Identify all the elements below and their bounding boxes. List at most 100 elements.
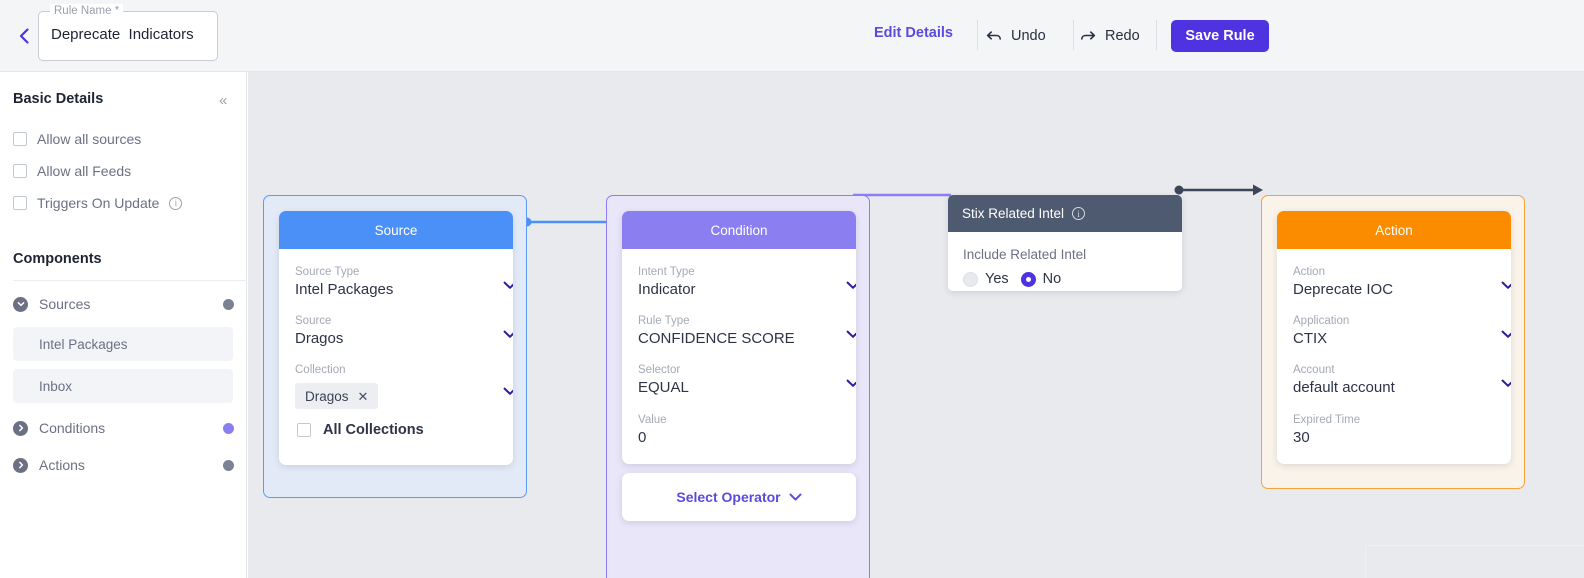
component-group-conditions[interactable]: Conditions: [13, 417, 234, 439]
toolbar-divider-3: [1156, 20, 1157, 50]
collection-chip-label: Dragos: [305, 389, 349, 404]
redo-button[interactable]: Redo: [1079, 24, 1140, 48]
field-label: Intent Type: [638, 265, 856, 279]
chevron-down-icon[interactable]: [1501, 281, 1511, 295]
component-group-actions[interactable]: Actions: [13, 454, 234, 476]
action-node-wrapper[interactable]: Action Action Deprecate IOC Application …: [1261, 195, 1525, 489]
field-application[interactable]: Application CTIX: [1293, 314, 1511, 349]
radio-option-no[interactable]: No: [1021, 271, 1062, 287]
field-value-input[interactable]: Value 0: [638, 413, 856, 448]
select-operator-button[interactable]: Select Operator: [622, 473, 856, 521]
field-label: Account: [1293, 363, 1511, 377]
field-label: Collection: [295, 363, 513, 377]
condition-card[interactable]: Condition Intent Type Indicator Rule Typ…: [622, 211, 856, 464]
close-icon[interactable]: ✕: [358, 390, 369, 403]
undo-label: Undo: [1011, 28, 1046, 44]
field-value: Deprecate IOC: [1293, 279, 1511, 300]
checkbox-label: All Collections: [323, 422, 424, 438]
field-action[interactable]: Action Deprecate IOC: [1293, 265, 1511, 300]
chevron-down-icon[interactable]: [846, 379, 856, 393]
components-title: Components: [13, 251, 102, 267]
component-label: Conditions: [39, 420, 212, 436]
field-source-type[interactable]: Source Type Intel Packages: [295, 265, 513, 300]
component-group-sources[interactable]: Sources: [13, 293, 234, 315]
rule-name-value: Deprecate Indicators: [51, 26, 194, 43]
source-node-wrapper[interactable]: Source Source Type Intel Packages Source…: [263, 195, 527, 498]
rule-name-label: Rule Name *: [50, 4, 123, 18]
toolbar-divider-1: [977, 20, 978, 50]
checkbox-label: Triggers On Update: [37, 195, 159, 211]
sidebar-item-inbox[interactable]: Inbox: [13, 369, 233, 403]
field-label: Application: [1293, 314, 1511, 328]
radio-label: Yes: [985, 271, 1009, 287]
field-value: 30: [1293, 427, 1511, 448]
collection-chip[interactable]: Dragos ✕: [295, 383, 378, 409]
left-sidebar: Basic Details « Allow all sources Allow …: [0, 72, 247, 578]
field-label: Value: [638, 413, 856, 427]
field-rule-type[interactable]: Rule Type CONFIDENCE SCORE: [638, 314, 856, 349]
undo-button[interactable]: Undo: [985, 24, 1046, 48]
chevron-down-icon: [789, 489, 802, 505]
rule-name-field[interactable]: Rule Name * Deprecate Indicators: [38, 11, 218, 61]
edit-details-button[interactable]: Edit Details: [874, 25, 953, 41]
source-card-title: Source: [279, 211, 513, 249]
radio-circle[interactable]: [963, 272, 978, 287]
checkbox-allow-all-sources[interactable]: Allow all sources: [13, 129, 141, 149]
field-source[interactable]: Source Dragos: [295, 314, 513, 349]
connector-stix-to-action: [1173, 180, 1268, 200]
checkbox-box[interactable]: [13, 196, 27, 210]
checkbox-box[interactable]: [13, 132, 27, 146]
field-account[interactable]: Account default account: [1293, 363, 1511, 398]
field-value: Intel Packages: [295, 279, 513, 300]
field-label: Expired Time: [1293, 413, 1511, 427]
source-card[interactable]: Source Source Type Intel Packages Source…: [279, 211, 513, 465]
chevron-down-icon[interactable]: [503, 330, 513, 344]
field-value: CONFIDENCE SCORE: [638, 328, 856, 349]
radio-label: No: [1043, 271, 1062, 287]
stix-related-intel-panel[interactable]: Stix Related Intel i Include Related Int…: [948, 195, 1182, 291]
checkbox-box[interactable]: [13, 164, 27, 178]
chevron-down-icon[interactable]: [846, 330, 856, 344]
field-value: default account: [1293, 377, 1511, 398]
field-label: Rule Type: [638, 314, 856, 328]
condition-node-wrapper[interactable]: Condition Intent Type Indicator Rule Typ…: [606, 195, 870, 578]
back-chevron-left-icon[interactable]: [12, 24, 36, 48]
field-selector[interactable]: Selector EQUAL: [638, 363, 856, 398]
field-label: Selector: [638, 363, 856, 377]
checkbox-all-collections[interactable]: All Collections: [297, 422, 424, 438]
checkbox-box[interactable]: [297, 423, 311, 437]
info-icon[interactable]: i: [169, 197, 182, 210]
field-value: 0: [638, 427, 856, 448]
status-dot: [223, 299, 234, 310]
field-expired-time[interactable]: Expired Time 30: [1293, 413, 1511, 448]
action-card[interactable]: Action Action Deprecate IOC Application …: [1277, 211, 1511, 464]
sidebar-item-intel-packages[interactable]: Intel Packages: [13, 327, 233, 361]
field-label: Source Type: [295, 265, 513, 279]
rule-flow-canvas[interactable]: Source Source Type Intel Packages Source…: [248, 72, 1584, 578]
checkbox-label: Allow all Feeds: [37, 163, 131, 179]
collapse-sidebar-icon[interactable]: «: [219, 93, 227, 108]
action-card-title: Action: [1277, 211, 1511, 249]
chevron-down-icon[interactable]: [1501, 330, 1511, 344]
basic-details-title: Basic Details: [13, 91, 103, 107]
field-intent-type[interactable]: Intent Type Indicator: [638, 265, 856, 300]
condition-card-title: Condition: [622, 211, 856, 249]
info-icon[interactable]: i: [1072, 207, 1085, 220]
chevron-down-icon[interactable]: [503, 281, 513, 295]
radio-circle-selected[interactable]: [1021, 272, 1036, 287]
field-collection[interactable]: Collection Dragos ✕: [295, 363, 513, 409]
stix-panel-header: Stix Related Intel i: [948, 195, 1182, 232]
include-related-intel-radio-group[interactable]: Yes No: [963, 271, 1061, 287]
canvas-minimap[interactable]: [1365, 545, 1584, 578]
chevron-down-icon[interactable]: [846, 281, 856, 295]
chevron-down-icon[interactable]: [1501, 379, 1511, 393]
rule-builder-page: Rule Name * Deprecate Indicators Edit De…: [0, 0, 1584, 578]
checkbox-triggers-on-update[interactable]: Triggers On Update i: [13, 193, 182, 213]
chevron-down-icon[interactable]: [503, 387, 513, 401]
checkbox-allow-all-feeds[interactable]: Allow all Feeds: [13, 161, 131, 181]
select-operator-label: Select Operator: [676, 489, 780, 505]
radio-option-yes[interactable]: Yes: [963, 271, 1009, 287]
save-rule-button[interactable]: Save Rule: [1171, 20, 1269, 52]
condition-card-body: Intent Type Indicator Rule Type CONFIDEN…: [622, 249, 856, 464]
redo-label: Redo: [1105, 28, 1140, 44]
